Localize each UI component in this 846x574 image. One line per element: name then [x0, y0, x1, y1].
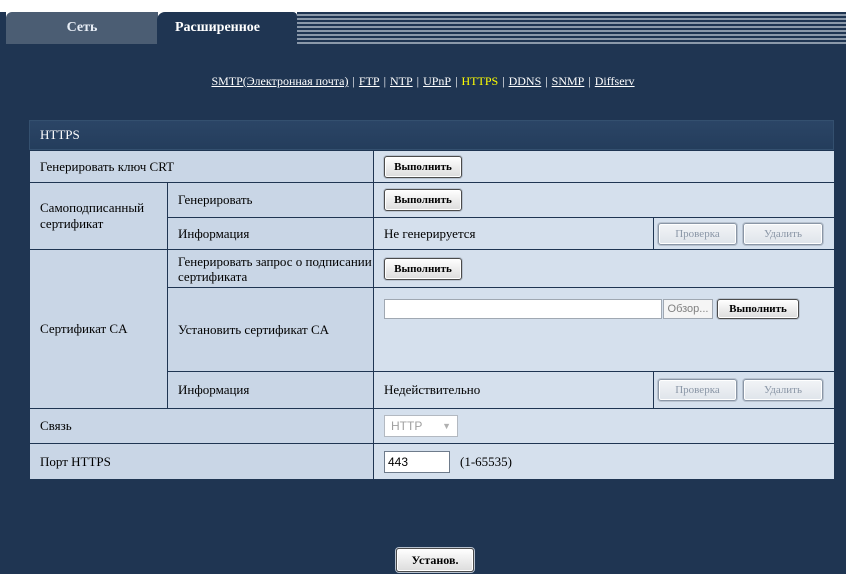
https-settings-panel: HTTPS Генерировать ключ CRT Выполнить Са… — [29, 120, 835, 480]
generate-crt-button[interactable]: Выполнить — [384, 155, 462, 178]
subnav-snmp[interactable]: SNMP — [552, 74, 585, 88]
self-signed-generate-label: Генерировать — [167, 182, 374, 218]
ca-info-value: Недействительно — [373, 371, 654, 409]
connection-select[interactable]: HTTP ▼ — [384, 415, 458, 437]
self-signed-label: Самоподписанный сертификат — [29, 182, 168, 250]
ca-info-actions: Проверка Удалить — [653, 371, 835, 409]
subnav-https[interactable]: HTTPS — [462, 74, 499, 88]
ca-info-label: Информация — [167, 371, 374, 409]
subnav-ntp[interactable]: NTP — [390, 74, 413, 88]
ca-install-button[interactable]: Выполнить — [717, 299, 799, 319]
self-signed-generate-cell: Выполнить — [373, 182, 835, 218]
https-port-group: 443 (1-65535) — [384, 450, 834, 473]
ca-browse-button[interactable]: Обзор... — [663, 299, 713, 319]
ca-install-cell: Обзор... Выполнить — [373, 287, 835, 372]
subnav-smtp[interactable]: SMTP(Электронная почта) — [211, 74, 348, 88]
subnav-upnp[interactable]: UPnP — [423, 74, 451, 88]
ca-delete-button[interactable]: Удалить — [743, 379, 823, 401]
ca-csr-cell: Выполнить — [373, 249, 835, 288]
connection-label: Связь — [29, 408, 374, 444]
chevron-down-icon: ▼ — [442, 421, 451, 431]
settings-page: Сеть Расширенное SMTP(Электронная почта)… — [0, 0, 846, 574]
tab-advanced[interactable]: Расширенное — [157, 12, 297, 44]
https-port-input[interactable]: 443 — [384, 450, 450, 473]
row-generate-crt: Генерировать ключ CRT Выполнить — [29, 150, 835, 183]
self-signed-info-buttons: Проверка Удалить — [654, 222, 834, 245]
subnav-diffserv[interactable]: Diffserv — [595, 74, 635, 88]
self-signed-delete-button[interactable]: Удалить — [743, 222, 823, 245]
row-self-signed-generate: Самоподписанный сертификат Генерировать … — [29, 182, 835, 250]
row-ca-csr: Сертификат CA Генерировать запрос о подп… — [29, 249, 835, 409]
self-signed-check-button[interactable]: Проверка — [658, 222, 737, 245]
https-port-label: Порт HTTPS — [29, 443, 374, 480]
ca-csr-label: Генерировать запрос о подписании сертифи… — [167, 249, 374, 288]
ca-cert-label: Сертификат CA — [29, 249, 168, 409]
self-signed-info-value: Не генерируется — [373, 217, 654, 250]
self-signed-info-actions: Проверка Удалить — [653, 217, 835, 250]
ca-file-input[interactable] — [384, 299, 662, 319]
tab-bar: Сеть Расширенное — [0, 0, 846, 44]
ca-csr-button[interactable]: Выполнить — [384, 257, 462, 280]
subnav-ftp[interactable]: FTP — [359, 74, 380, 88]
tab-network[interactable]: Сеть — [6, 12, 158, 44]
https-port-range: (1-65535) — [460, 453, 512, 469]
self-signed-generate-button[interactable]: Выполнить — [384, 189, 462, 211]
generate-crt-label: Генерировать ключ CRT — [29, 150, 374, 183]
row-https-port: Порт HTTPS 443 (1-65535) — [29, 443, 835, 480]
ca-info-buttons: Проверка Удалить — [654, 379, 834, 401]
row-connection: Связь HTTP ▼ — [29, 408, 835, 444]
ca-install-label: Установить сертификат CA — [167, 287, 374, 372]
subnav-ddns[interactable]: DDNS — [509, 74, 542, 88]
set-button[interactable]: Установ. — [396, 548, 474, 572]
section-title: HTTPS — [29, 120, 834, 150]
https-settings-table: Генерировать ключ CRT Выполнить Самоподп… — [29, 150, 835, 480]
connection-cell: HTTP ▼ — [373, 408, 835, 444]
ca-check-button[interactable]: Проверка — [658, 379, 737, 401]
https-port-cell: 443 (1-65535) — [373, 443, 835, 480]
sub-navigation: SMTP(Электронная почта) | FTP | NTP | UPnP | HTT… — [211, 74, 635, 88]
ca-file-picker: Обзор... Выполнить — [384, 298, 834, 320]
self-signed-info-label: Информация — [167, 217, 374, 250]
connection-selected-value: HTTP — [391, 419, 423, 433]
tab-bar-decoration — [297, 12, 846, 44]
generate-crt-cell: Выполнить — [373, 150, 835, 183]
